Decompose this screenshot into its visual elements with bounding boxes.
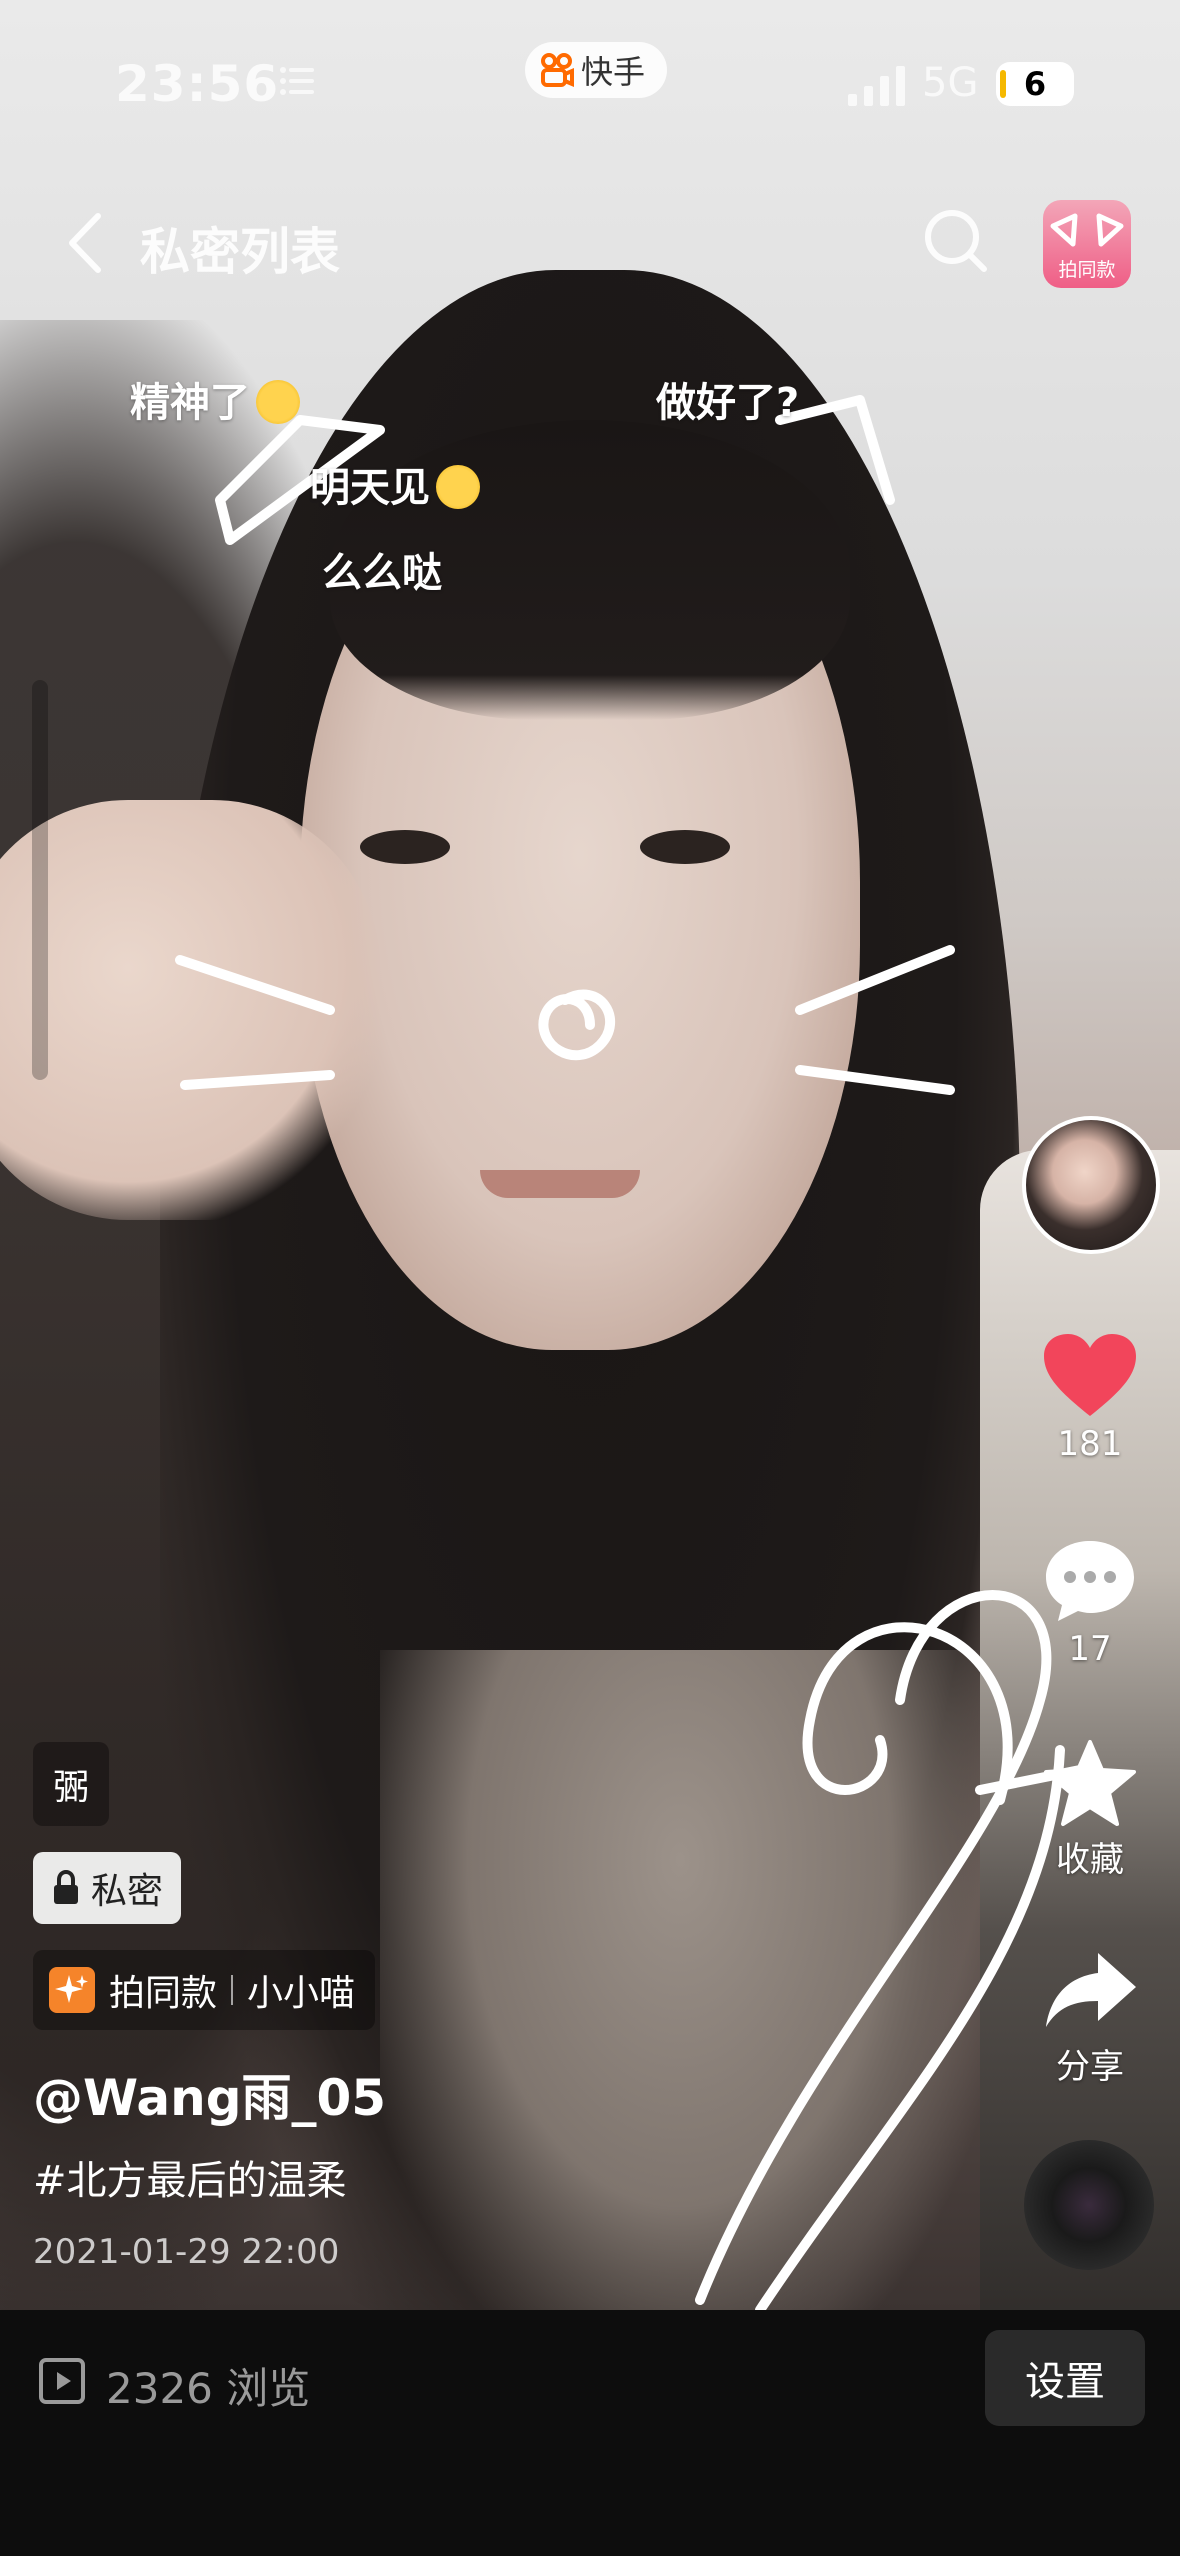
post-date: 2021-01-29 22:00 [33, 2232, 340, 2272]
private-badge: 私密 [33, 1852, 182, 1924]
share-label: 分享 [1056, 2047, 1124, 2087]
app-indicator-pill[interactable]: 快手 [525, 42, 668, 98]
lock-icon [54, 1870, 78, 1904]
like-button[interactable]: 181 [1030, 1330, 1150, 1464]
status-time: 23:56 [115, 55, 280, 113]
star-icon [1044, 1740, 1136, 1826]
chip-divider [231, 1975, 234, 2005]
share-button[interactable]: 分享 [1030, 1945, 1150, 2088]
same-style-top-button[interactable]: 拍同款 [1043, 200, 1131, 288]
post-tag[interactable]: 弻 [33, 1742, 110, 1826]
danmu-comment: 明天见 [310, 455, 480, 513]
play-count-icon [39, 2358, 85, 2404]
eye-roll-emoji-icon [436, 465, 480, 509]
view-count: 2326 浏览 [106, 2364, 311, 2413]
list-icon [280, 67, 314, 95]
app-name: 快手 [581, 53, 646, 91]
danmu-comment: 精神了 [130, 370, 300, 428]
status-bar: 23:56 快手 5G 6 [0, 0, 1180, 160]
page-title: 私密列表 [140, 223, 340, 281]
same-style-top-label: 拍同款 [1058, 259, 1116, 281]
post-tag-text: 弻 [53, 1767, 90, 1808]
danmu-text: 明天见 [310, 465, 430, 511]
danmu-comment: 么么哒 [322, 550, 442, 596]
author-username[interactable]: @Wang雨_05 [33, 2058, 386, 2130]
danmu-comment: 做好了? [656, 380, 800, 426]
kuaishou-logo-icon [541, 53, 574, 88]
like-count: 181 [1057, 1424, 1123, 1464]
favorite-button[interactable]: 收藏 [1030, 1738, 1150, 1881]
sparkle-icon [49, 1967, 95, 2013]
author-avatar[interactable] [1022, 1116, 1160, 1254]
share-arrow-icon [1046, 1953, 1136, 2027]
comment-count: 17 [1068, 1629, 1112, 1669]
favorite-label: 收藏 [1056, 1840, 1124, 1880]
battery-level: 6 [1023, 65, 1047, 103]
heart-eyes-emoji-icon [256, 380, 300, 424]
comment-bubble-icon [1046, 1541, 1134, 1621]
back-icon[interactable] [60, 208, 110, 278]
danmu-text: 精神了 [130, 380, 250, 426]
settings-button[interactable]: 设置 [985, 2330, 1145, 2426]
signal-icon [848, 66, 905, 106]
heart-icon [1044, 1334, 1136, 1416]
battery-indicator: 6 [996, 62, 1074, 106]
bottom-bar: 2326 浏览 设置 [0, 2310, 1180, 2556]
post-hashtag[interactable]: #北方最后的温柔 [33, 2148, 347, 2206]
network-type: 5G [922, 60, 979, 106]
private-label: 私密 [91, 1871, 164, 1912]
comment-button[interactable]: 17 [1030, 1535, 1150, 1669]
effect-name: 小小喵 [247, 1973, 356, 2014]
music-disc-icon[interactable] [1024, 2140, 1154, 2270]
search-icon[interactable] [920, 205, 990, 275]
scroll-progress-bar[interactable] [32, 680, 48, 1080]
same-style-label: 拍同款 [109, 1973, 218, 2014]
same-style-effect-chip[interactable]: 拍同款 小小喵 [33, 1950, 376, 2030]
